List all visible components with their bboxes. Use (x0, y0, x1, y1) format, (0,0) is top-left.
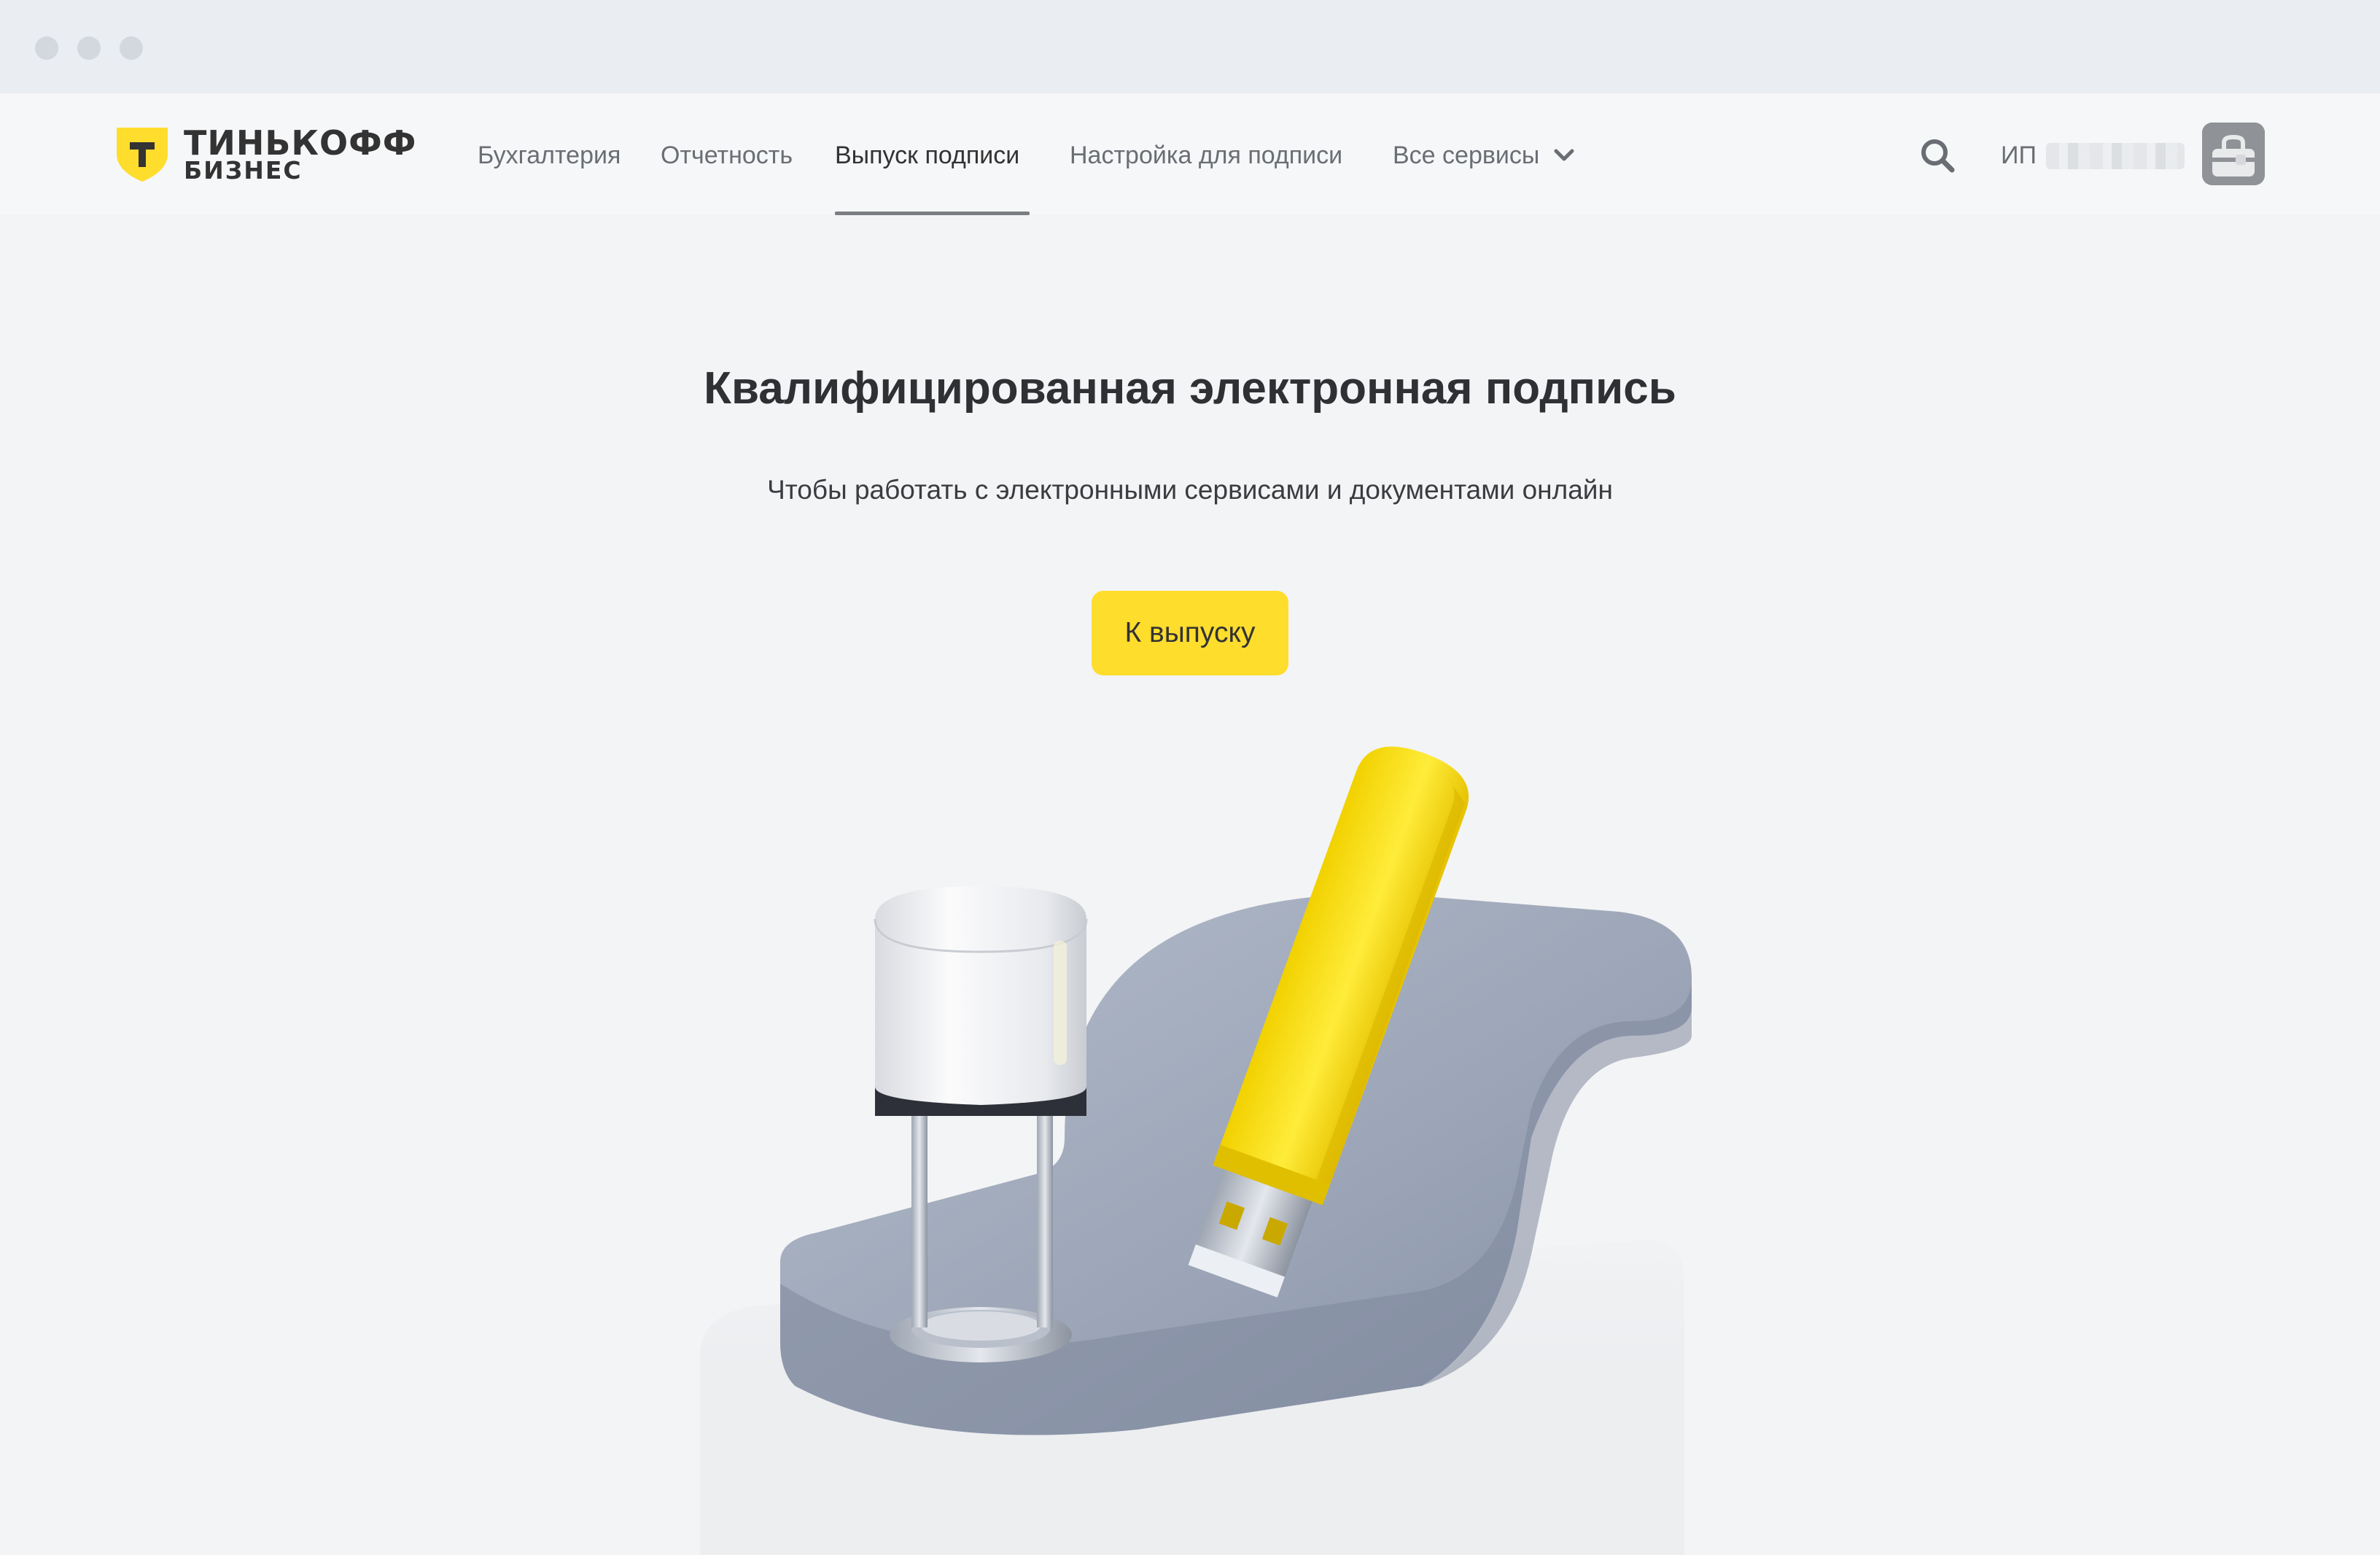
window-titlebar (0, 0, 2380, 93)
nav-item-all-services[interactable]: Все сервисы (1393, 135, 1539, 176)
account-type-label[interactable]: ИП (2001, 135, 2037, 176)
signature-illustration (700, 746, 1692, 1555)
active-tab-indicator (835, 212, 1030, 215)
chevron-down-icon[interactable] (1553, 146, 1575, 165)
issue-signature-button[interactable]: К выпуску (1092, 591, 1288, 675)
account-avatar[interactable] (2202, 123, 2265, 185)
page-title: Квалифицированная электронная подпись (704, 363, 1676, 414)
briefcase-icon (2202, 123, 2265, 185)
logo-subtitle: БИЗНЕС (184, 156, 303, 185)
logo-shield-icon[interactable] (117, 128, 168, 182)
nav-item-accounting[interactable]: Бухгалтерия (478, 135, 621, 176)
account-name-redacted[interactable] (2046, 143, 2185, 169)
window-minimize-dot[interactable] (77, 36, 101, 60)
window-close-dot[interactable] (35, 36, 58, 60)
page-subtitle: Чтобы работать с электронными сервисами … (767, 475, 1613, 505)
nav-item-signature-issue[interactable]: Выпуск подписи (835, 135, 1019, 176)
search-icon[interactable] (1918, 136, 1957, 175)
nav-item-signature-setup[interactable]: Настройка для подписи (1070, 135, 1342, 176)
window-maximize-dot[interactable] (120, 36, 143, 60)
nav-item-reporting[interactable]: Отчетность (661, 135, 793, 176)
